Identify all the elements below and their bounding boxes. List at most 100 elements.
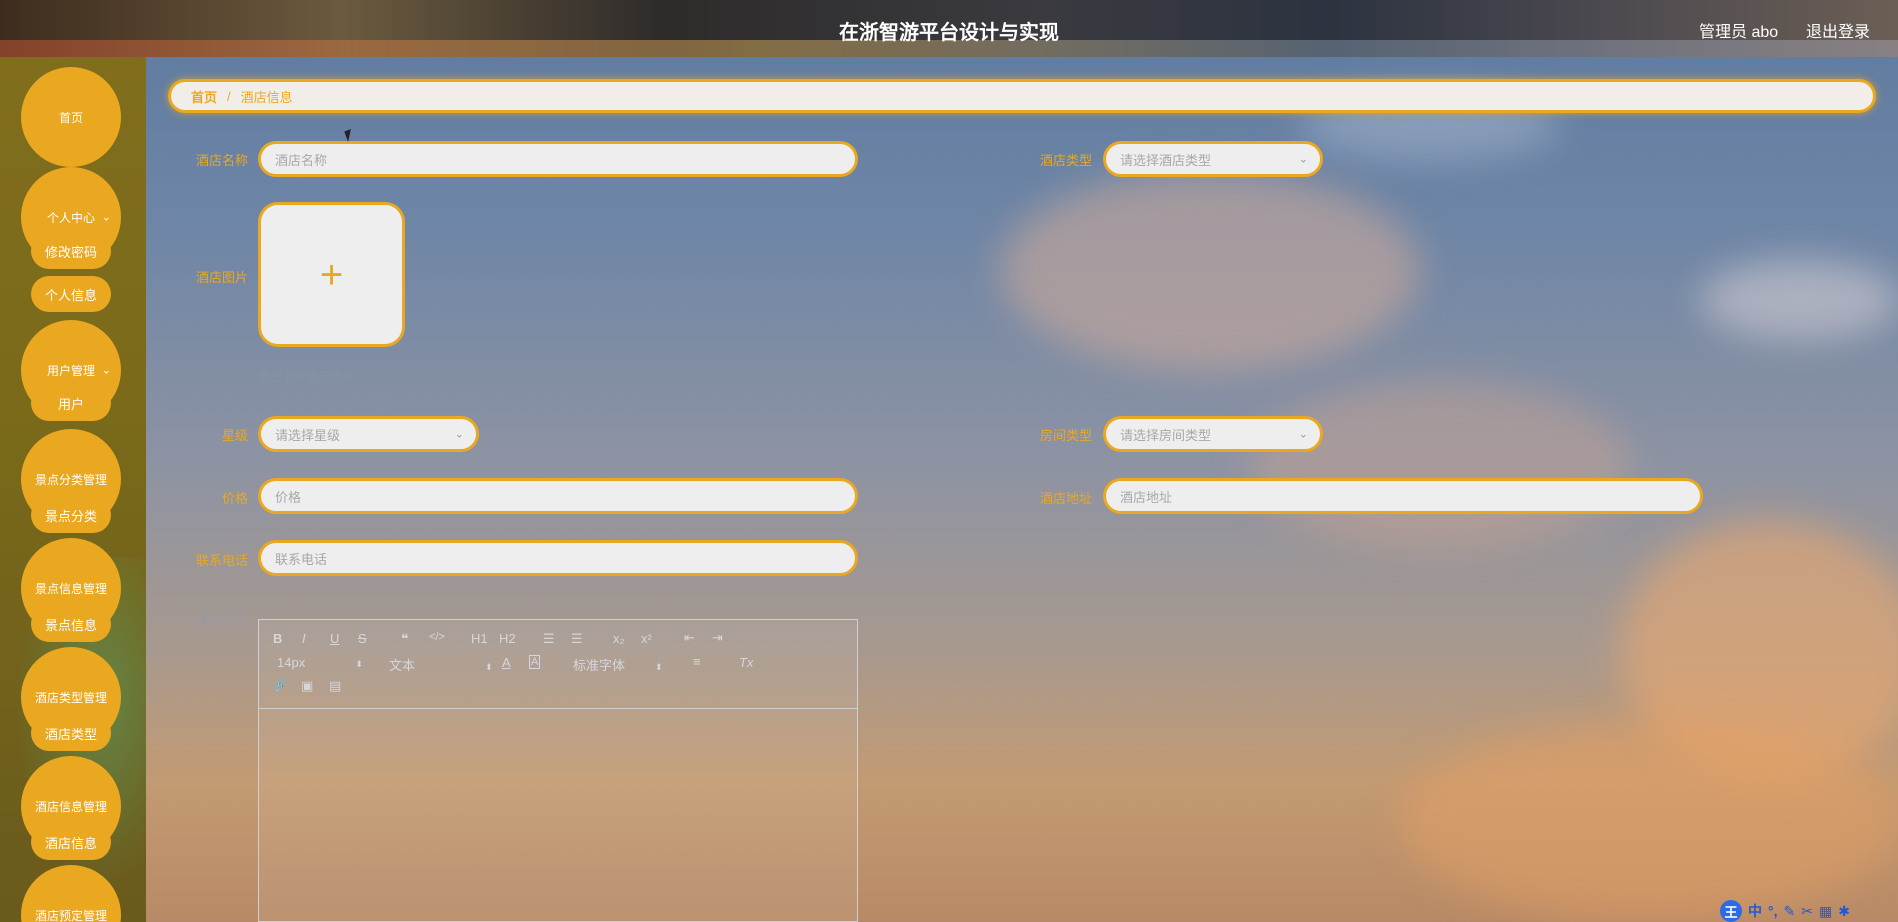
select-arrows-icon: ⬍ <box>355 659 363 669</box>
chevron-down-icon: ⌄ <box>101 364 111 377</box>
ime-toolbar: 王 中 °, ✎ ✂ ▦ ✱ <box>1720 900 1850 922</box>
hotel-name-placeholder: 酒店名称 <box>275 152 328 168</box>
sidebar: 首页 个人中心 ⌄ 修改密码 个人信息 用户管理 ⌄ 用户 景点分类管理 景点分类 … <box>0 57 146 922</box>
sidebar-item-home[interactable]: 首页 <box>21 67 121 167</box>
ime-mode-label[interactable]: 中 <box>1748 901 1762 921</box>
subscript-button[interactable]: x₂ <box>613 631 625 646</box>
room-type-select[interactable]: 请选择房间类型 ⌄ <box>1103 416 1323 452</box>
font-size-select[interactable]: 14px ⬍ <box>277 655 363 670</box>
superscript-button[interactable]: x² <box>641 631 652 646</box>
breadcrumb-separator: / <box>227 88 231 104</box>
sidebar-item-label: 个人中心 <box>46 210 95 225</box>
bullet-list-icon[interactable]: ☰ <box>571 631 583 647</box>
ordered-list-icon[interactable]: ☰ <box>543 631 555 647</box>
sidebar-item-label: 用户 <box>57 396 84 412</box>
hotel-image-upload[interactable]: + <box>258 202 405 347</box>
logout-link[interactable]: 退出登录 <box>1806 18 1870 42</box>
font-family-select[interactable]: 标准字体 ⬍ <box>573 655 663 674</box>
italic-button[interactable]: I <box>302 631 306 646</box>
font-family-value: 标准字体 <box>573 658 626 673</box>
ime-tools-icon[interactable]: ✂ <box>1801 903 1813 920</box>
star-level-select[interactable]: 请选择星级 ⌄ <box>258 416 479 452</box>
chevron-down-icon: ⌄ <box>1298 153 1308 166</box>
heading2-button[interactable]: H2 <box>499 631 516 646</box>
plus-icon: + <box>319 252 344 297</box>
upload-hint: 点击上传酒店图片 <box>258 370 355 384</box>
breadcrumb-current: 酒店信息 <box>240 89 293 105</box>
link-icon[interactable]: 🔗 <box>273 679 287 692</box>
sidebar-subitem-hotel-type[interactable]: 酒店类型 <box>31 715 111 751</box>
sidebar-item-label: 个人信息 <box>44 287 97 303</box>
sidebar-item-label: 景点分类管理 <box>34 472 107 487</box>
room-type-placeholder: 请选择房间类型 <box>1120 427 1212 443</box>
top-header: 在浙智游平台设计与实现 管理员 abo 退出登录 <box>0 0 1898 57</box>
rich-text-editor: B I U S ❝ </> H1 H2 ☰ ☰ x₂ x² ⇤ ⇥ 14px ⬍ … <box>258 619 858 922</box>
sidebar-item-label: 酒店类型管理 <box>34 690 107 705</box>
hotel-type-select[interactable]: 请选择酒店类型 ⌄ <box>1103 141 1323 177</box>
ime-logo-icon[interactable]: 王 <box>1720 900 1742 922</box>
background-cloud <box>1000 170 1420 370</box>
sidebar-item-label: 景点分类 <box>44 508 97 524</box>
sidebar-subitem-spot-category[interactable]: 景点分类 <box>31 497 111 533</box>
ime-settings-icon[interactable]: ✱ <box>1838 903 1850 920</box>
ime-punctuation-icon[interactable]: °, <box>1768 903 1778 919</box>
sidebar-item-label: 酒店信息管理 <box>34 799 107 814</box>
select-arrows-icon: ⬍ <box>485 662 493 672</box>
indent-icon[interactable]: ⇥ <box>712 630 723 646</box>
text-style-value: 文本 <box>389 658 416 673</box>
bold-button[interactable]: B <box>273 631 282 646</box>
align-icon[interactable]: ≡ <box>693 654 701 669</box>
hotel-image-label: 酒店图片 <box>195 270 248 285</box>
heading1-button[interactable]: H1 <box>471 631 488 646</box>
blockquote-button[interactable]: ❝ <box>401 631 409 647</box>
font-size-value: 14px <box>277 655 306 670</box>
star-level-placeholder: 请选择星级 <box>275 427 341 443</box>
sidebar-subitem-user[interactable]: 用户 <box>31 385 111 421</box>
chevron-down-icon: ⌄ <box>101 211 111 224</box>
background-cloud <box>1250 380 1630 550</box>
sidebar-item-label: 用户管理 <box>46 363 95 378</box>
strike-button[interactable]: S <box>358 631 367 646</box>
code-block-button[interactable]: </> <box>429 631 445 643</box>
background-color-button[interactable]: A <box>529 655 541 669</box>
hotel-address-input[interactable]: 酒店地址 <box>1103 478 1703 514</box>
font-color-button[interactable]: A <box>502 655 511 670</box>
sidebar-item-label: 酒店类型 <box>44 726 97 742</box>
mouse-cursor-icon <box>344 129 355 142</box>
intro-label: 酒店介绍 <box>195 613 248 628</box>
sidebar-subitem-spot-info[interactable]: 景点信息 <box>31 606 111 642</box>
select-arrows-icon: ⬍ <box>655 662 663 672</box>
hotel-address-placeholder: 酒店地址 <box>1120 489 1173 505</box>
editor-content-area[interactable] <box>259 709 857 921</box>
star-level-label: 星级 <box>221 428 248 443</box>
underline-button[interactable]: U <box>330 631 339 646</box>
video-icon[interactable]: ▤ <box>329 678 341 694</box>
hotel-type-label: 酒店类型 <box>1039 153 1092 168</box>
breadcrumb-home-link[interactable]: 首页 <box>191 87 217 106</box>
sidebar-subitem-hotel-info[interactable]: 酒店信息 <box>31 824 111 860</box>
phone-input[interactable]: 联系电话 <box>258 540 858 576</box>
image-icon[interactable]: ▣ <box>301 678 313 694</box>
outdent-icon[interactable]: ⇤ <box>684 630 695 646</box>
background-cloud <box>1400 720 1898 920</box>
ime-grid-icon[interactable]: ▦ <box>1819 903 1832 920</box>
hotel-type-placeholder: 请选择酒店类型 <box>1120 152 1212 168</box>
clear-format-icon[interactable]: Tx <box>739 655 753 670</box>
sidebar-item-label: 首页 <box>58 110 83 125</box>
price-label: 价格 <box>221 491 248 506</box>
price-input[interactable]: 价格 <box>258 478 858 514</box>
hotel-name-input[interactable]: 酒店名称 <box>258 141 858 177</box>
chevron-down-icon: ⌄ <box>454 428 464 441</box>
text-style-select[interactable]: 文本 ⬍ <box>389 655 493 674</box>
background-cloud <box>1700 260 1898 340</box>
breadcrumb: 首页 / 酒店信息 <box>168 79 1876 113</box>
hotel-name-label: 酒店名称 <box>195 153 248 168</box>
admin-user-label: 管理员 abo <box>1699 24 1779 41</box>
room-type-label: 房间类型 <box>1039 428 1092 443</box>
sidebar-item-label: 景点信息管理 <box>34 581 107 596</box>
sidebar-subitem-change-password[interactable]: 修改密码 <box>31 233 111 269</box>
price-placeholder: 价格 <box>275 489 302 505</box>
ime-pen-icon[interactable]: ✎ <box>1784 903 1796 920</box>
sidebar-subitem-personal-info[interactable]: 个人信息 <box>31 276 111 312</box>
phone-label: 联系电话 <box>195 553 248 568</box>
